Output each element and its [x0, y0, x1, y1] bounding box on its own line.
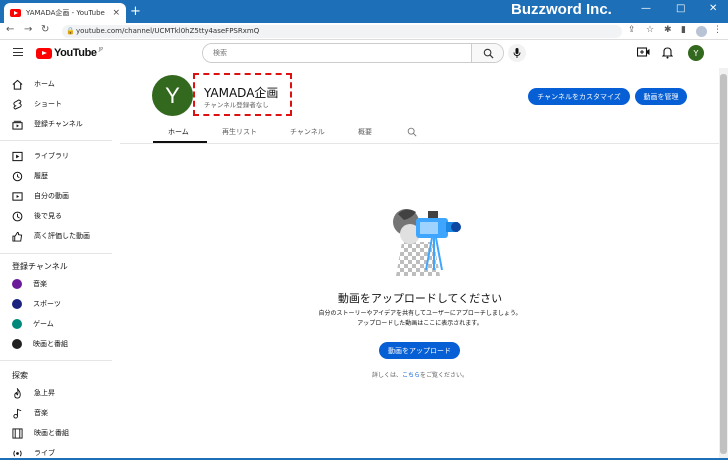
search-input[interactable]	[203, 44, 471, 62]
subscriber-count: チャンネル登録者なし	[204, 101, 269, 109]
bookmark-star-icon[interactable]: ☆	[646, 25, 654, 35]
sidebar-item-gaming-channel[interactable]: ゲーム	[12, 315, 112, 333]
browser-tab[interactable]: YAMADA企画 - YouTube ×	[4, 3, 126, 23]
youtube-favicon-icon	[10, 9, 21, 17]
sidebar-item-movies-channel[interactable]: 映画と番組	[12, 335, 112, 353]
home-icon	[12, 79, 23, 90]
youtube-wordmark: YouTube	[54, 47, 97, 59]
description-line-2: アップロードした動画はここに表示されます。	[357, 320, 483, 327]
empty-state-description: 自分のストーリーやアイデアを共有してユーザーにアプローチしましょう。 アップロー…	[290, 309, 550, 329]
voice-search-button[interactable]	[508, 44, 526, 62]
microphone-icon	[513, 48, 521, 58]
share-icon[interactable]: ⇪	[628, 25, 636, 35]
browser-tabbar: YAMADA企画 - YouTube × + Buzzword Inc. — □…	[0, 0, 728, 23]
history-icon	[12, 171, 23, 181]
extensions-icon[interactable]: ✱	[664, 25, 672, 35]
live-icon	[13, 449, 22, 457]
music-channel-avatar	[12, 279, 22, 289]
brand-overlay: Buzzword Inc.	[511, 1, 612, 18]
subscriptions-icon	[12, 120, 23, 130]
sidebar-item-movies[interactable]: 映画と番組	[12, 424, 112, 442]
your-videos-icon	[12, 191, 23, 201]
youtube-header: YouTube JP Y	[0, 40, 728, 68]
search-box	[202, 43, 504, 63]
explore-section-title: 探索	[12, 371, 28, 380]
trending-icon	[14, 387, 21, 399]
channel-search-icon[interactable]	[407, 127, 417, 137]
forward-icon[interactable]: →	[24, 24, 32, 35]
channel-avatar[interactable]: Y	[152, 75, 193, 116]
tab-title: YAMADA企画 - YouTube	[26, 9, 105, 17]
subscriptions-section-title: 登録チャンネル	[12, 262, 68, 271]
new-tab-button[interactable]: +	[130, 4, 141, 19]
hamburger-menu-icon[interactable]	[13, 48, 23, 56]
sidebar-divider	[0, 140, 112, 141]
sidebar-divider	[0, 360, 112, 361]
reload-icon[interactable]: ↻	[41, 24, 49, 35]
tab-channels[interactable]: チャンネル	[290, 127, 325, 137]
sidebar: ホーム ショート 登録チャンネル ライブラリ 履歴 自分の動画 後で見る 高く評…	[0, 68, 114, 460]
gaming-channel-avatar	[12, 319, 22, 329]
learn-more-prefix: 詳しくは、	[371, 372, 402, 379]
sidebar-item-trending[interactable]: 急上昇	[12, 384, 112, 402]
sidebar-item-subscriptions[interactable]: 登録チャンネル	[12, 115, 112, 133]
upload-video-button[interactable]: 動画をアップロード	[379, 342, 460, 359]
tab-about[interactable]: 概要	[358, 127, 372, 137]
liked-videos-icon	[12, 231, 23, 242]
movies-icon	[12, 427, 23, 439]
sidebar-item-home[interactable]: ホーム	[12, 75, 112, 93]
empty-state-title: 動画をアップロードしてください	[337, 292, 503, 305]
sports-channel-avatar	[12, 299, 22, 309]
library-icon	[12, 151, 23, 161]
create-video-icon[interactable]	[637, 46, 650, 58]
manage-videos-button[interactable]: 動画を管理	[635, 88, 687, 105]
browser-profile-avatar[interactable]	[696, 26, 707, 37]
sidebar-item-music-channel[interactable]: 音楽	[12, 275, 112, 293]
sidebar-item-sports-channel[interactable]: スポーツ	[12, 295, 112, 313]
upload-illustration-icon	[393, 209, 461, 276]
sidebar-item-watch-later[interactable]: 後で見る	[12, 207, 112, 225]
sidebar-divider	[0, 253, 112, 254]
user-avatar[interactable]: Y	[688, 45, 704, 61]
learn-more-text: 詳しくは、こちらをご覧ください。	[320, 370, 520, 379]
minimize-button[interactable]: —	[641, 3, 651, 14]
browser-menu-icon[interactable]: ⋮	[713, 25, 722, 35]
address-bar: ← → ↻ 🔒 youtube.com/channel/UCMTkl0hZ5tt…	[0, 23, 728, 40]
sidebar-item-liked-videos[interactable]: 高く評価した動画	[12, 227, 112, 245]
description-line-1: 自分のストーリーやアイデアを共有してユーザーにアプローチしましょう。	[318, 310, 522, 317]
url-text: youtube.com/channel/UCMTkl0hZ5tty4aseFPS…	[76, 27, 260, 35]
youtube-logo[interactable]: YouTube JP	[36, 47, 103, 59]
back-icon[interactable]: ←	[6, 24, 14, 35]
sidebar-item-shorts[interactable]: ショート	[12, 95, 112, 113]
channel-tabs: ホーム 再生リスト チャンネル 概要	[120, 124, 720, 144]
page-scrollbar[interactable]	[719, 68, 728, 460]
scrollbar-thumb[interactable]	[720, 74, 727, 454]
notifications-bell-icon[interactable]	[662, 46, 673, 59]
tab-close-button[interactable]: ×	[112, 8, 120, 18]
sidepanel-icon[interactable]: ▮	[681, 25, 686, 35]
learn-more-link[interactable]: こちら	[402, 372, 420, 379]
movies-channel-avatar	[12, 339, 22, 349]
music-icon	[13, 408, 22, 419]
maximize-button[interactable]: □	[676, 3, 685, 14]
region-code: JP	[98, 47, 104, 53]
tab-home[interactable]: ホーム	[168, 127, 189, 137]
lock-icon: 🔒	[66, 27, 75, 35]
learn-more-suffix: をご覧ください。	[420, 372, 469, 379]
active-tab-indicator	[153, 141, 207, 143]
watch-later-icon	[12, 211, 23, 221]
url-field[interactable]: 🔒 youtube.com/channel/UCMTkl0hZ5tty4aseF…	[62, 25, 622, 38]
search-button[interactable]	[471, 44, 503, 62]
sidebar-item-library[interactable]: ライブラリ	[12, 147, 112, 165]
youtube-play-icon	[36, 47, 52, 59]
sidebar-item-history[interactable]: 履歴	[12, 167, 112, 185]
tab-playlists[interactable]: 再生リスト	[222, 127, 257, 137]
search-icon	[483, 48, 494, 59]
customize-channel-button[interactable]: チャンネルをカスタマイズ	[528, 88, 630, 105]
shorts-icon	[13, 98, 22, 110]
sidebar-item-music[interactable]: 音楽	[12, 404, 112, 422]
close-window-button[interactable]: ✕	[709, 3, 717, 14]
sidebar-item-your-videos[interactable]: 自分の動画	[12, 187, 112, 205]
